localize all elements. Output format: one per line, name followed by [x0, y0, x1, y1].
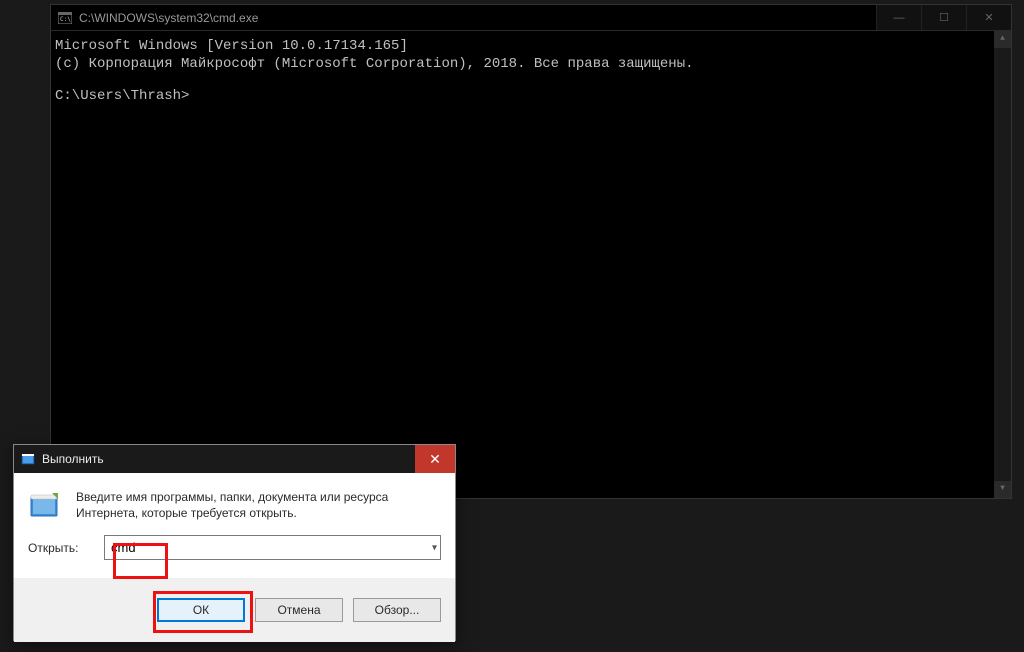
cmd-window: C:\ C:\WINDOWS\system32\cmd.exe — ☐ ✕ Mi… [50, 4, 1012, 499]
cmd-output-line: (с) Корпорация Майкрософт (Microsoft Cor… [55, 55, 1007, 73]
run-description: Введите имя программы, папки, документа … [76, 489, 441, 523]
run-combo-wrap: ▾ [104, 535, 441, 560]
run-window-icon [20, 451, 36, 467]
cmd-titlebar[interactable]: C:\ C:\WINDOWS\system32\cmd.exe — ☐ ✕ [51, 5, 1011, 31]
cmd-window-buttons: — ☐ ✕ [876, 5, 1011, 30]
svg-text:C:\: C:\ [60, 16, 71, 23]
run-input[interactable] [104, 535, 441, 560]
maximize-button[interactable]: ☐ [921, 5, 966, 30]
cmd-scrollbar[interactable]: ▲ ▼ [994, 31, 1011, 498]
ok-button[interactable]: ОК [157, 598, 245, 622]
scroll-up-icon[interactable]: ▲ [994, 31, 1011, 48]
browse-button[interactable]: Обзор... [353, 598, 441, 622]
run-dialog-body: Введите имя программы, папки, документа … [14, 473, 455, 578]
run-close-button[interactable]: ✕ [415, 445, 455, 473]
run-app-icon [28, 489, 62, 523]
cmd-prompt: C:\Users\Thrash> [55, 87, 1007, 105]
run-dialog-title: Выполнить [42, 452, 415, 466]
minimize-button[interactable]: — [876, 5, 921, 30]
scroll-down-icon[interactable]: ▼ [994, 481, 1011, 498]
close-button[interactable]: ✕ [966, 5, 1011, 30]
cmd-content[interactable]: Microsoft Windows [Version 10.0.17134.16… [51, 31, 1011, 498]
cmd-output-line: Microsoft Windows [Version 10.0.17134.16… [55, 37, 1007, 55]
cmd-icon: C:\ [57, 10, 73, 26]
run-dialog-footer: ОК Отмена Обзор... [14, 578, 455, 642]
run-open-label: Открыть: [28, 541, 88, 555]
run-titlebar[interactable]: Выполнить ✕ [14, 445, 455, 473]
cancel-button[interactable]: Отмена [255, 598, 343, 622]
run-dialog: Выполнить ✕ Введите имя программы, папки… [13, 444, 456, 641]
cmd-window-title: C:\WINDOWS\system32\cmd.exe [79, 11, 876, 25]
